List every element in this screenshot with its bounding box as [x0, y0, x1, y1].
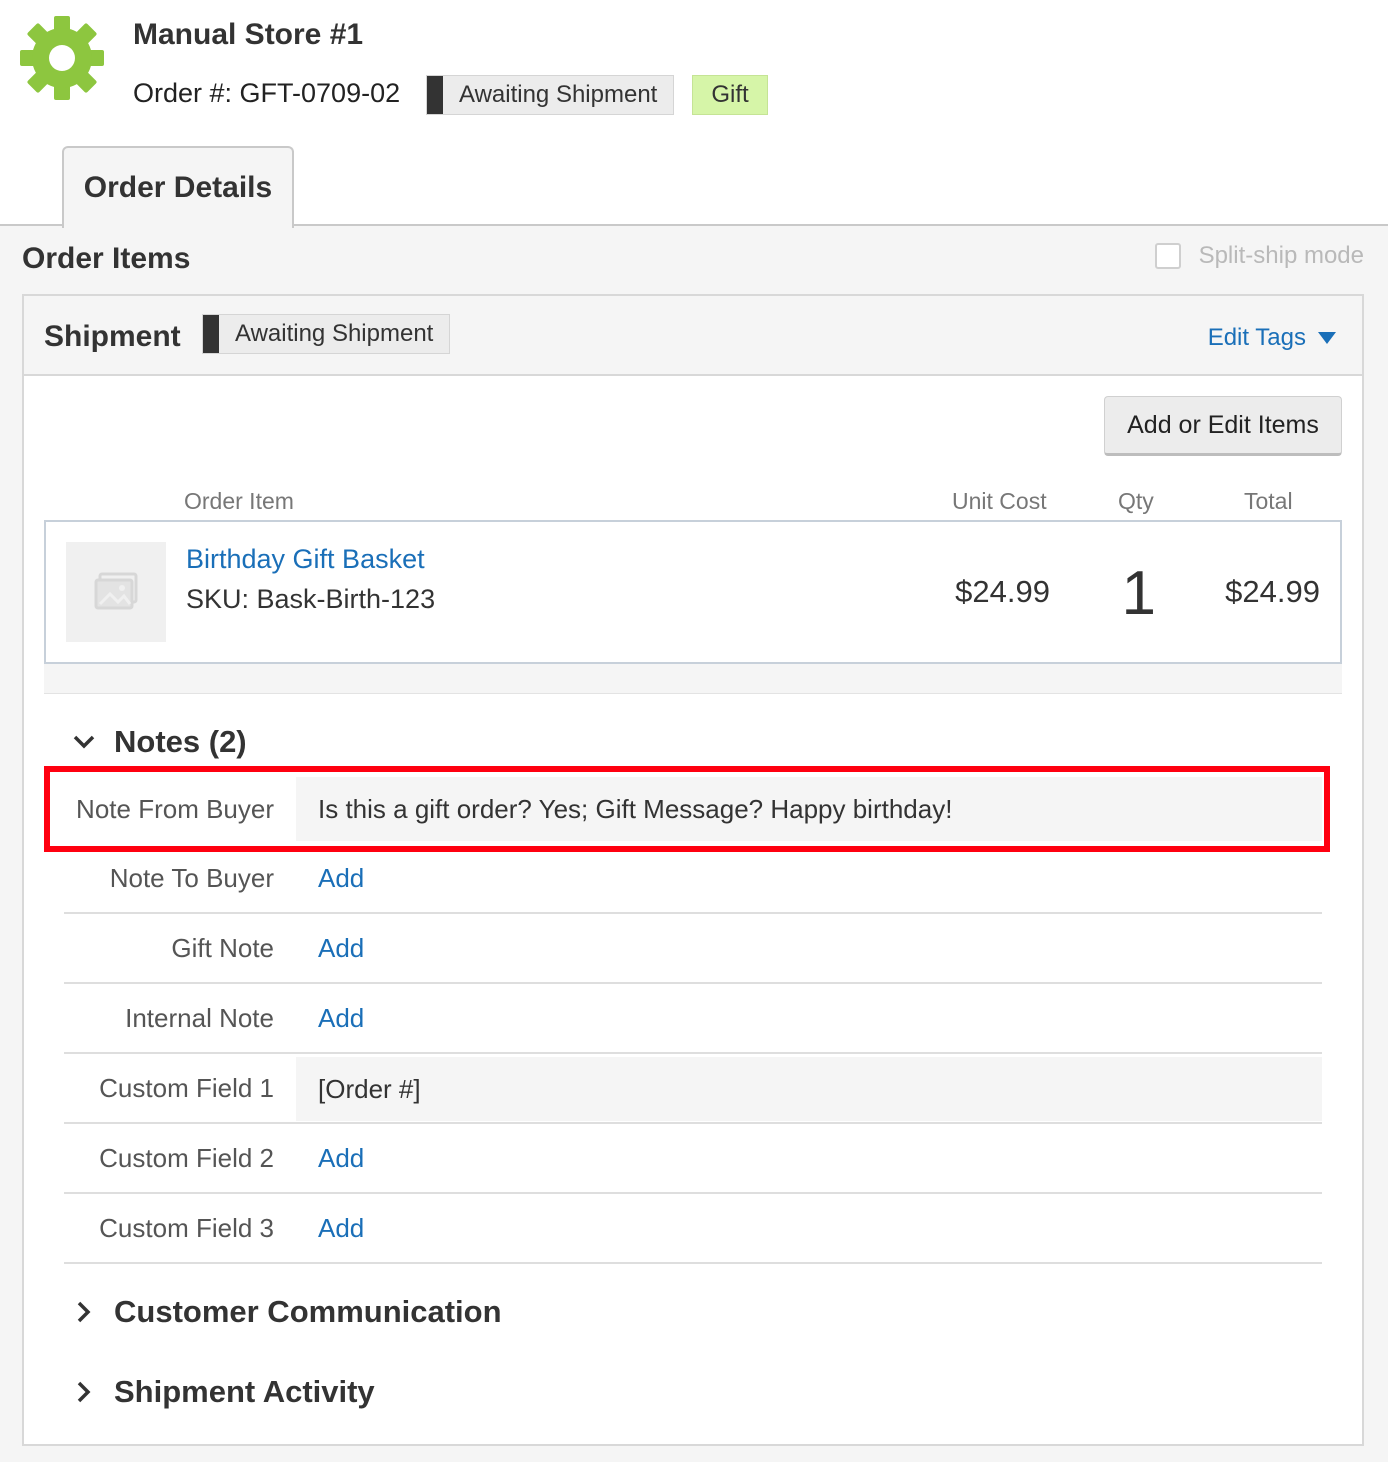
note-label: Note To Buyer	[109, 862, 274, 893]
shipment-activity-toggle[interactable]: Shipment Activity	[68, 1374, 375, 1410]
custom-field-2-add-link[interactable]: Add	[296, 1124, 1322, 1192]
chevron-right-icon[interactable]	[68, 1376, 100, 1408]
note-row-custom-field-3: Custom Field 3 Add	[64, 1194, 1322, 1264]
note-row-custom-field-2: Custom Field 2 Add	[64, 1124, 1322, 1194]
items-footer-bar	[44, 664, 1342, 694]
store-name: Manual Store #1	[133, 18, 364, 51]
column-header-qty: Qty	[1118, 488, 1154, 514]
product-name-link[interactable]: Birthday Gift Basket	[186, 544, 425, 575]
item-quantity: 1	[1121, 559, 1156, 628]
note-row-custom-field-1: Custom Field 1 [Order #]	[64, 1054, 1322, 1124]
column-header-total: Total	[1244, 488, 1293, 514]
gift-note-add-link[interactable]: Add	[296, 914, 1322, 982]
shipment-title: Shipment	[44, 320, 181, 353]
customer-communication-toggle[interactable]: Customer Communication	[68, 1294, 502, 1330]
caret-down-icon[interactable]	[1318, 332, 1336, 344]
note-label: Gift Note	[171, 932, 274, 963]
column-header-unit-cost: Unit Cost	[952, 488, 1047, 514]
custom-field-3-add-link[interactable]: Add	[296, 1194, 1322, 1262]
split-ship-checkbox[interactable]	[1154, 243, 1181, 269]
note-label: Internal Note	[125, 1002, 274, 1033]
product-sku: SKU: Bask-Birth-123	[186, 584, 436, 614]
order-item-row: Birthday Gift Basket SKU: Bask-Birth-123…	[44, 520, 1342, 664]
shipment-activity-title[interactable]: Shipment Activity	[114, 1374, 375, 1410]
shipment-header: Shipment Awaiting Shipment Edit Tags	[24, 296, 1362, 376]
customer-communication-title[interactable]: Customer Communication	[114, 1294, 502, 1330]
split-ship-toggle[interactable]: Split-ship mode	[1154, 242, 1364, 270]
order-details-panel: Order Items Split-ship mode Shipment Awa…	[0, 226, 1388, 1462]
status-color-bar	[203, 315, 219, 353]
gift-tag-badge: Gift	[692, 75, 768, 115]
notes-section-title[interactable]: Notes (2)	[114, 724, 247, 760]
shipment-status-label: Awaiting Shipment	[235, 320, 434, 347]
edit-tags-dropdown[interactable]: Edit Tags	[1208, 324, 1336, 352]
highlight-annotation-box	[44, 766, 1330, 852]
chevron-down-icon[interactable]	[68, 726, 100, 758]
split-ship-label: Split-ship mode	[1198, 242, 1364, 269]
order-number: Order #: GFT-0709-02	[133, 78, 401, 108]
internal-note-add-link[interactable]: Add	[296, 984, 1322, 1052]
order-status-badge: Awaiting Shipment	[426, 75, 675, 115]
status-color-bar	[427, 76, 443, 114]
tab-order-details[interactable]: Order Details	[62, 146, 294, 228]
note-row-gift-note: Gift Note Add	[64, 914, 1322, 984]
order-items-title: Order Items	[22, 242, 191, 275]
note-row-note-to-buyer: Note To Buyer Add	[64, 844, 1322, 914]
shipment-card: Shipment Awaiting Shipment Edit Tags Add…	[22, 294, 1364, 1446]
note-to-buyer-add-link[interactable]: Add	[296, 844, 1322, 912]
image-placeholder-icon	[94, 572, 138, 610]
item-total: $24.99	[1225, 574, 1320, 609]
order-status-label: Awaiting Shipment	[459, 81, 658, 108]
shipment-status-badge: Awaiting Shipment	[202, 314, 451, 354]
note-label: Custom Field 1	[99, 1072, 274, 1103]
note-row-internal-note: Internal Note Add	[64, 984, 1322, 1054]
note-label: Custom Field 2	[99, 1142, 274, 1173]
column-header-order-item: Order Item	[184, 488, 294, 514]
notes-section-toggle[interactable]: Notes (2)	[68, 724, 247, 760]
item-unit-cost: $24.99	[955, 574, 1050, 609]
note-label: Custom Field 3	[99, 1212, 274, 1243]
add-edit-items-button[interactable]: Add or Edit Items	[1104, 396, 1342, 456]
edit-tags-label[interactable]: Edit Tags	[1208, 324, 1306, 352]
product-thumbnail	[66, 542, 166, 642]
custom-field-1-value[interactable]: [Order #]	[296, 1057, 1322, 1121]
chevron-right-icon[interactable]	[68, 1296, 100, 1328]
gear-icon	[20, 16, 104, 100]
